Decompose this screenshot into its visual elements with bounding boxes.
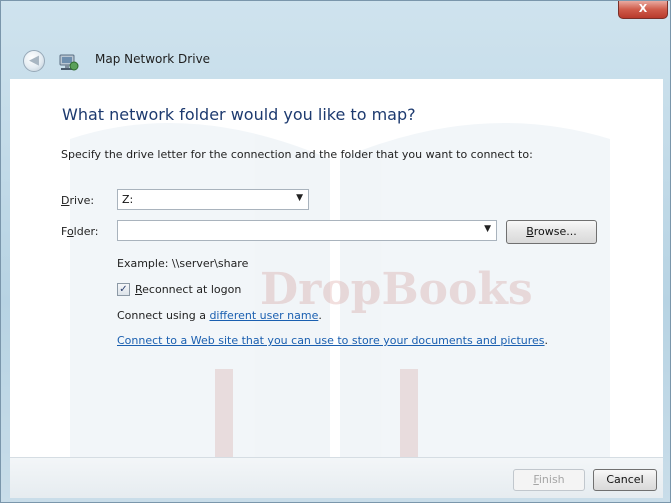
back-button[interactable]: ◀ xyxy=(23,50,45,72)
chevron-down-icon: ▼ xyxy=(296,193,303,203)
drive-select-value: Z: xyxy=(122,193,134,206)
close-icon: X xyxy=(638,2,648,15)
watermark-logo: DropBooks xyxy=(70,123,610,457)
drive-select[interactable]: Z: ▼ xyxy=(117,189,309,210)
drive-label: Drive: xyxy=(61,194,95,207)
connect-using-row: Connect using a different user name. xyxy=(117,309,322,322)
web-site-link[interactable]: Connect to a Web site that you can use t… xyxy=(117,334,545,347)
back-arrow-icon: ◀ xyxy=(29,53,39,68)
folder-label: Folder: xyxy=(61,225,99,238)
wizard-footer: Finish Cancel xyxy=(10,457,663,498)
web-site-row: Connect to a Web site that you can use t… xyxy=(117,334,549,347)
wizard-content: DropBooks What network folder would you … xyxy=(10,79,663,457)
cancel-button[interactable]: Cancel xyxy=(593,469,657,491)
page-heading: What network folder would you like to ma… xyxy=(62,105,416,124)
finish-button[interactable]: Finish xyxy=(513,469,585,491)
example-text: Example: \\server\share xyxy=(117,257,249,270)
checkmark-icon: ✓ xyxy=(119,284,128,295)
different-user-link[interactable]: different user name xyxy=(209,309,318,322)
browse-button[interactable]: Browse... xyxy=(506,220,597,244)
instructions-text: Specify the drive letter for the connect… xyxy=(61,148,533,161)
reconnect-label[interactable]: Reconnect at logon xyxy=(135,283,241,296)
wizard-titlebar: ◀ Map Network Drive xyxy=(1,39,671,79)
dialog-window: X ◀ Map Network Drive DropBooks What net… xyxy=(0,0,671,503)
window-title: Map Network Drive xyxy=(95,52,211,66)
network-drive-icon xyxy=(59,54,79,71)
folder-combo[interactable]: ▼ xyxy=(117,220,497,241)
reconnect-checkbox[interactable]: ✓ xyxy=(117,283,130,296)
close-button[interactable]: X xyxy=(618,1,668,19)
svg-text:DropBooks: DropBooks xyxy=(260,264,533,315)
chevron-down-icon: ▼ xyxy=(484,224,491,234)
